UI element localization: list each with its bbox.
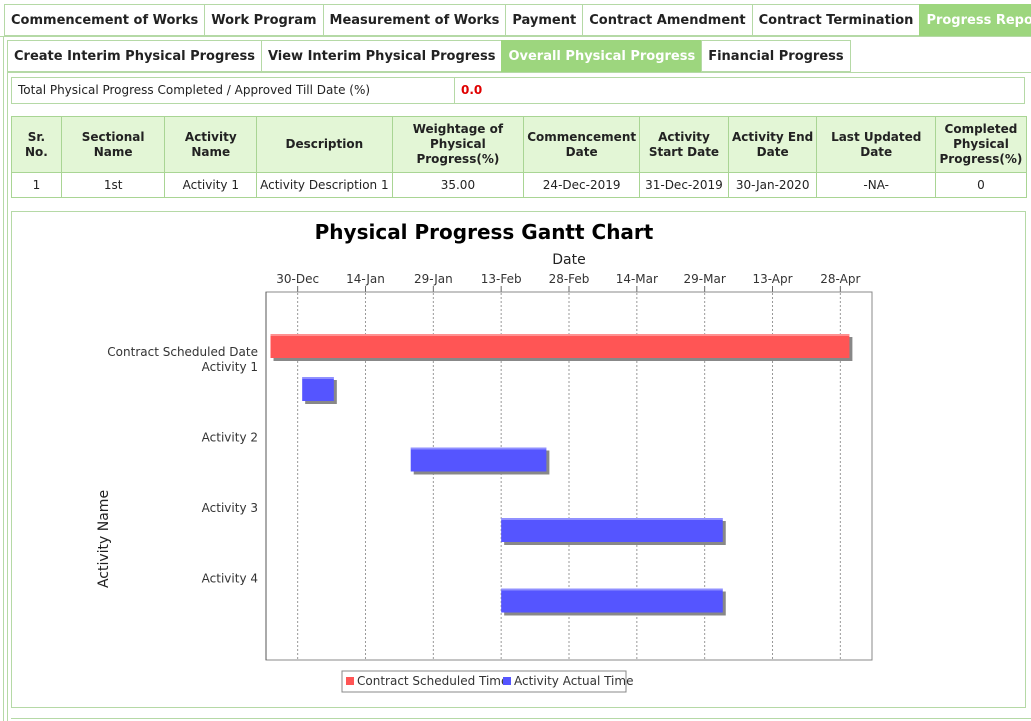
col-header-activity-name: Activity Name: [164, 116, 258, 173]
col-header-sr-no: Sr. No.: [11, 116, 62, 173]
cell-completed-progress: 0: [934, 172, 1028, 198]
y-category-label: Activity 3: [202, 501, 258, 515]
sub-tab-divider: [7, 72, 1031, 73]
gantt-bar: [501, 588, 723, 613]
tab-measurement-of-works[interactable]: Measurement of Works: [322, 4, 506, 36]
cell-commencement-date: 24-Dec-2019: [523, 172, 641, 198]
table-row: 1 1st Activity 1 Activity Description 1 …: [11, 172, 1028, 198]
tab-contract-amendment[interactable]: Contract Amendment: [582, 4, 752, 36]
total-progress-value: 0.0: [461, 83, 483, 97]
col-header-activity-end-date: Activity End Date: [727, 116, 818, 173]
legend-entry: Contract Scheduled Time: [357, 674, 508, 688]
cell-last-updated-date: -NA-: [816, 172, 936, 198]
subtab-view-interim-physical-progress[interactable]: View Interim Physical Progress: [260, 40, 502, 72]
legend-swatch: [346, 677, 354, 685]
col-header-sectional-name: Sectional Name: [60, 116, 166, 173]
subtab-create-interim-physical-progress[interactable]: Create Interim Physical Progress: [7, 40, 261, 72]
col-header-completed-progress: Completed Physical Progress(%): [934, 116, 1028, 173]
col-header-weightage: Weightage of Physical Progress(%): [391, 116, 525, 173]
gantt-chart-panel: Physical Progress Gantt Chart Date Activ…: [11, 211, 1026, 708]
y-category-label: Contract Scheduled Date: [107, 345, 258, 359]
frame-border-left: [3, 36, 4, 721]
bar-highlight: [410, 447, 547, 450]
x-axis-label: Date: [552, 252, 585, 268]
cell-activity-name: Activity 1: [164, 172, 258, 198]
gantt-chart: Physical Progress Gantt Chart Date Activ…: [96, 220, 873, 693]
top-tab-divider: [0, 36, 1031, 37]
tab-work-program[interactable]: Work Program: [204, 4, 323, 36]
x-tick-label: 13-Apr: [752, 272, 792, 286]
tab-commencement-of-works[interactable]: Commencement of Works: [4, 4, 205, 36]
x-tick-label: 29-Mar: [684, 272, 726, 286]
bottom-border: [11, 718, 1031, 719]
bar-highlight: [302, 377, 334, 379]
y-axis-label: Activity Name: [96, 490, 112, 588]
tab-progress-report[interactable]: Progress Report: [919, 4, 1031, 36]
gantt-bar: [302, 377, 334, 401]
cell-weightage: 35.00: [391, 172, 525, 198]
table-header-row: Sr. No. Sectional Name Activity Name Des…: [11, 116, 1028, 173]
total-progress-label: Total Physical Progress Completed / Appr…: [12, 78, 455, 103]
y-category-label: Activity 2: [202, 431, 258, 445]
y-category-label: Activity 4: [202, 572, 258, 586]
cell-sectional-name: 1st: [60, 172, 166, 198]
bar-highlight: [501, 518, 723, 520]
col-header-description: Description: [256, 116, 393, 173]
gantt-bar: [501, 518, 723, 542]
cell-description: Activity Description 1: [256, 172, 393, 198]
subtab-overall-physical-progress[interactable]: Overall Physical Progress: [501, 40, 702, 72]
col-header-commencement-date: Commencement Date: [523, 116, 641, 173]
x-tick-label: 13-Feb: [481, 272, 522, 286]
cell-sr-no: 1: [11, 172, 62, 198]
bar-highlight: [501, 588, 723, 591]
subtab-financial-progress[interactable]: Financial Progress: [701, 40, 851, 72]
x-tick-label: 14-Jan: [346, 272, 385, 286]
legend: Contract Scheduled Time Activity Actual T…: [341, 670, 633, 693]
chart-title: Physical Progress Gantt Chart: [315, 220, 654, 244]
main-tab-bar: Commencement of Works Work Program Measu…: [4, 4, 1031, 36]
tab-contract-termination[interactable]: Contract Termination: [751, 4, 920, 36]
x-tick-label: 29-Jan: [414, 272, 453, 286]
sub-tab-bar: Create Interim Physical Progress View In…: [7, 40, 851, 72]
activity-table: Sr. No. Sectional Name Activity Name Des…: [11, 116, 1028, 198]
gantt-bar: [410, 447, 547, 472]
x-tick-label: 30-Dec: [276, 272, 319, 286]
legend-swatch: [503, 677, 511, 685]
total-progress-summary: Total Physical Progress Completed / Appr…: [11, 77, 1025, 104]
col-header-activity-start-date: Activity Start Date: [639, 116, 729, 173]
tab-payment[interactable]: Payment: [505, 4, 583, 36]
bar-highlight: [270, 334, 850, 336]
y-axis-categories: Contract Scheduled DateActivity 1 Activit…: [107, 345, 258, 586]
x-tick-label: 28-Apr: [820, 272, 860, 286]
col-header-last-updated-date: Last Updated Date: [816, 116, 936, 173]
y-category-label: Activity 1: [202, 360, 258, 374]
inner-frame-border-left: [7, 72, 8, 721]
gantt-bar: [270, 334, 850, 358]
x-axis-ticks: 30-Dec 14-Jan 29-Jan 13-Feb 28-Feb 14-Mar 29-M…: [276, 272, 860, 292]
cell-activity-end-date: 30-Jan-2020: [727, 172, 818, 198]
cell-activity-start-date: 31-Dec-2019: [639, 172, 729, 198]
legend-entry: Activity Actual Time: [514, 674, 633, 688]
x-tick-label: 14-Mar: [616, 272, 658, 286]
x-tick-label: 28-Feb: [549, 272, 590, 286]
